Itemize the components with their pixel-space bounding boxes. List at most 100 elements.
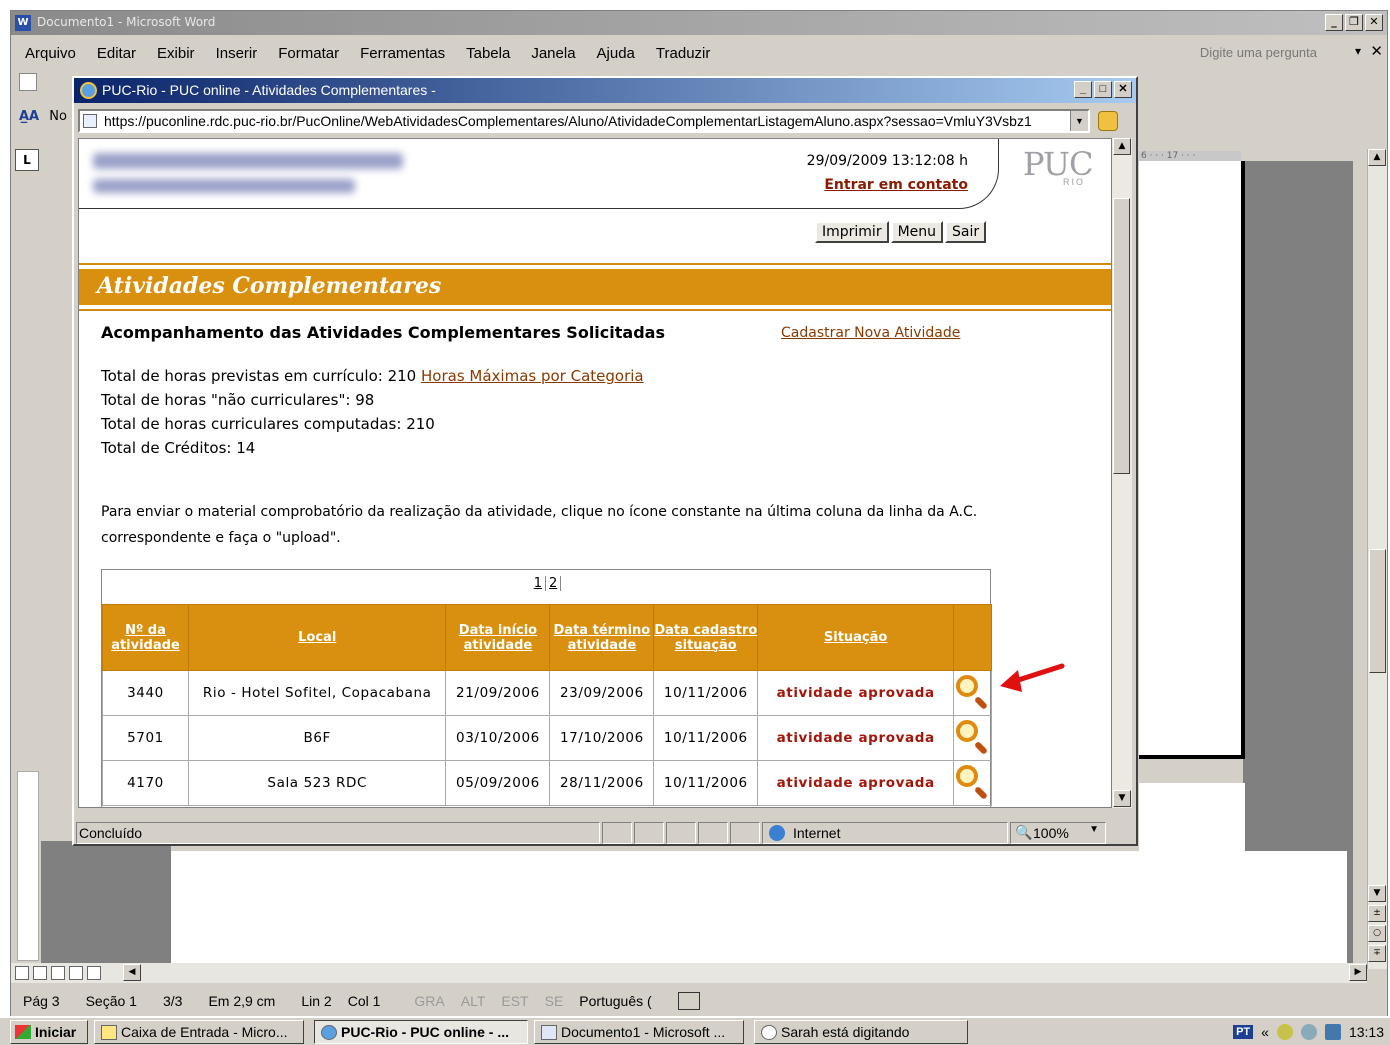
task-ie[interactable]: PUC-Rio - PUC online - ... (314, 1020, 528, 1044)
zoom-control[interactable]: 🔍 100% ▼ (1010, 822, 1106, 844)
start-label: Iniciar (35, 1024, 77, 1040)
browse-object-icon[interactable]: ○ (1368, 925, 1386, 942)
menu-ferramentas[interactable]: Ferramentas (360, 45, 445, 62)
print-button[interactable]: Imprimir (815, 221, 889, 243)
style-icon[interactable]: A̲A (19, 109, 39, 124)
restore-button[interactable]: ❐ (1345, 14, 1363, 31)
page-header: 29/09/2009 13:12:08 h Entrar em contato (79, 139, 999, 209)
address-url[interactable]: https://puconline.rdc.puc-rio.br/PucOnli… (104, 113, 1032, 129)
browser-vertical-scrollbar[interactable]: ▲ ▼ (1112, 138, 1132, 808)
page-link-2[interactable]: 2 (546, 576, 562, 591)
address-bar[interactable]: https://puconline.rdc.puc-rio.br/PucOnli… (78, 109, 1090, 133)
web-view-icon[interactable] (33, 966, 47, 980)
menu-formatar[interactable]: Formatar (278, 45, 339, 62)
menu-ajuda[interactable]: Ajuda (597, 45, 635, 62)
magnifier-icon[interactable] (954, 763, 990, 801)
status-ovr[interactable]: SE (545, 993, 564, 1009)
total-credits: Total de Créditos: 14 (101, 439, 255, 457)
print-view-icon[interactable] (51, 966, 65, 980)
lock-icon[interactable] (1098, 111, 1118, 131)
status-pane (730, 822, 760, 844)
menu-traduzir[interactable]: Traduzir (656, 45, 710, 62)
col-header-local[interactable]: Local (187, 604, 447, 671)
menu-exibir[interactable]: Exibir (157, 45, 195, 62)
contact-link[interactable]: Entrar em contato (824, 177, 968, 193)
reading-view-icon[interactable] (87, 966, 101, 980)
col-header-status[interactable]: Situação (757, 604, 954, 671)
scroll-right-icon[interactable]: ▶ (1349, 964, 1367, 981)
scroll-up-icon[interactable]: ▲ (1368, 149, 1386, 166)
new-document-icon[interactable] (19, 73, 37, 91)
help-dropdown-icon[interactable]: ▾ (1355, 44, 1361, 58)
browser-maximize-button[interactable]: □ (1094, 81, 1112, 98)
zoom-dropdown-icon[interactable]: ▼ (1089, 824, 1099, 835)
tray-messenger-icon[interactable] (1300, 1024, 1317, 1040)
start-button[interactable]: Iniciar (10, 1020, 88, 1044)
status-rec[interactable]: GRA (414, 993, 444, 1009)
browser-scroll-up-icon[interactable]: ▲ (1113, 138, 1131, 155)
max-hours-link[interactable]: Horas Máximas por Categoria (421, 367, 644, 385)
document-close-icon[interactable]: ✕ (1370, 42, 1383, 60)
col-header-registered[interactable]: Data cadastro situação (653, 604, 759, 671)
cell-local: Sala 523 RDC (187, 760, 447, 806)
cell-registered: 10/11/2006 (653, 715, 759, 761)
formatting-toolbar: A̲A No (19, 109, 79, 135)
magnifier-icon[interactable] (954, 718, 990, 756)
word-task-icon (541, 1025, 557, 1040)
scroll-thumb[interactable] (1369, 549, 1386, 673)
menu-arquivo[interactable]: Arquivo (25, 45, 76, 62)
scroll-left-icon[interactable]: ◀ (123, 964, 141, 981)
outline-view-icon[interactable] (69, 966, 83, 980)
new-activity-link[interactable]: Cadastrar Nova Atividade (781, 325, 960, 341)
section-title: Acompanhamento das Atividades Complement… (101, 323, 665, 342)
menu-editar[interactable]: Editar (97, 45, 136, 62)
magnifier-icon[interactable] (954, 673, 990, 711)
style-box[interactable]: No (49, 109, 67, 124)
total-credits-value: 14 (236, 439, 256, 457)
top-actions: Imprimir Menu Sair (815, 221, 987, 243)
tray-network-icon[interactable] (1324, 1024, 1341, 1040)
next-page-icon[interactable]: ∓ (1368, 945, 1386, 962)
menu-inserir[interactable]: Inserir (216, 45, 258, 62)
document-page-bottom[interactable] (171, 851, 1347, 969)
menu-button[interactable]: Menu (890, 221, 944, 243)
cell-start: 21/09/2006 (445, 670, 551, 716)
task-word[interactable]: Documento1 - Microsoft ... (534, 1020, 744, 1044)
browser-close-button[interactable]: ✕ (1114, 81, 1132, 98)
page-link-1[interactable]: 1 (530, 576, 546, 591)
col-header-start[interactable]: Data início atividade (445, 604, 551, 671)
tray-expand-icon[interactable]: « (1261, 1024, 1269, 1040)
tab-stop-selector[interactable]: L (15, 149, 39, 171)
web-page: 29/09/2009 13:12:08 h Entrar em contato … (78, 138, 1112, 808)
spelling-status-icon[interactable] (677, 992, 700, 1010)
status-trk[interactable]: ALT (461, 993, 486, 1009)
menu-tabela[interactable]: Tabela (466, 45, 510, 62)
col-header-end[interactable]: Data término atividade (549, 604, 655, 671)
status-ext[interactable]: EST (501, 993, 528, 1009)
browser-scroll-down-icon[interactable]: ▼ (1113, 790, 1131, 807)
menu-janela[interactable]: Janela (531, 45, 575, 62)
tray-app-icon[interactable] (1276, 1024, 1293, 1040)
normal-view-icon[interactable] (15, 966, 29, 980)
upload-instructions: Para enviar o material comprobatório da … (101, 504, 978, 546)
minimize-button[interactable]: _ (1325, 14, 1343, 31)
prev-page-icon[interactable]: ± (1368, 905, 1386, 922)
task-messenger[interactable]: Sarah está digitando (754, 1020, 968, 1044)
cell-status: atividade aprovada (757, 670, 954, 716)
exit-button[interactable]: Sair (945, 221, 987, 243)
word-vertical-scrollbar[interactable]: ▲ ▼ ± ○ ∓ (1367, 149, 1387, 969)
security-zone[interactable]: Internet (762, 822, 1008, 844)
col-header-number[interactable]: Nº da atividade (102, 604, 189, 671)
browser-minimize-button[interactable]: _ (1074, 81, 1092, 98)
task-outlook[interactable]: Caixa de Entrada - Micro... (94, 1020, 304, 1044)
help-question-input[interactable]: Digite uma pergunta (1200, 45, 1317, 60)
word-horizontal-scrollbar[interactable]: ◀ ▶ (11, 963, 1367, 983)
cell-registered: 10/11/2006 (653, 760, 759, 806)
activities-table-container: 12 Nº da atividade Local Data início ati… (101, 569, 993, 807)
scroll-down-icon[interactable]: ▼ (1368, 885, 1386, 902)
browser-scroll-thumb[interactable] (1113, 198, 1130, 474)
address-dropdown-icon[interactable]: ▼ (1070, 111, 1088, 131)
close-button[interactable]: ✕ (1365, 14, 1383, 31)
cell-registered: 10/11/2006 (653, 670, 759, 716)
language-indicator[interactable]: PT (1233, 1025, 1254, 1039)
